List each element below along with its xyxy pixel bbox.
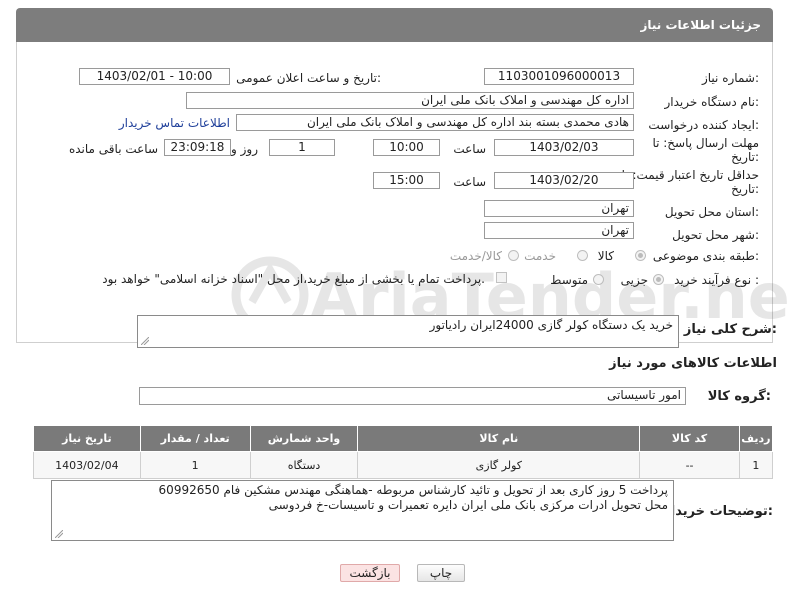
category-label: طبقه بندی موضوعی: (652, 249, 759, 263)
province-label: استان محل تحویل: (664, 205, 759, 219)
process-radio-minor[interactable] (653, 274, 664, 285)
deadline-time-label: ساعت (453, 142, 486, 156)
city-field: تهران (484, 222, 634, 239)
buyer-org-field: اداره کل مهندسی و املاک بانک ملی ایران (186, 92, 634, 109)
table-header-row: تاریخ نیاز تعداد / مقدار واحد شمارش نام … (33, 425, 774, 452)
validity-label: حداقل تاریخ اعتبار قیمت: تا (621, 168, 759, 182)
category-radio-service[interactable] (577, 250, 588, 261)
city-label: شهر محل تحویل: (672, 228, 759, 242)
category-radio-goods[interactable] (635, 250, 646, 261)
deadline-date-field: 1403/02/03 (494, 139, 634, 156)
validity-time-label: ساعت (453, 175, 486, 189)
announce-label: تاریخ و ساعت اعلان عمومی: (236, 71, 381, 85)
need-number-label: شماره نیاز: (701, 71, 759, 85)
cell-goods-name: کولر گازی (357, 451, 641, 479)
buyer-notes-line-1: پرداخت 5 روز کاری بعد از تحویل و تائید ک… (158, 483, 668, 497)
category-radio-goods-service[interactable] (508, 250, 519, 261)
buyer-contact-link[interactable]: اطلاعات تماس خریدار (119, 116, 230, 130)
category-option-goods-service: کالا/خدمت (449, 249, 502, 263)
deadline-time-field: 10:00 (373, 139, 440, 156)
buyer-org-label: نام دستگاه خریدار: (664, 95, 760, 109)
col-header-need-date: تاریخ نیاز (33, 425, 141, 452)
process-label: نوع فرآیند خرید : (674, 273, 759, 287)
deadline-label: مهلت ارسال پاسخ: تا (652, 136, 759, 150)
resize-grip-icon (141, 337, 149, 345)
col-header-unit: واحد شمارش (249, 425, 359, 452)
back-button[interactable]: بازگشت (340, 564, 400, 582)
treasury-payment-note: پرداخت تمام یا بخشی از مبلغ خرید،از محل … (102, 272, 485, 286)
buyer-notes-field: پرداخت 5 روز کاری بعد از تحویل و تائید ک… (51, 480, 674, 541)
validity-label-date: تاریخ: (731, 182, 759, 196)
days-field: 1 (269, 139, 335, 156)
col-header-row: ردیف (738, 425, 774, 452)
details-panel (16, 42, 773, 343)
buyer-notes-line-2: محل تحویل ادرات مرکزی بانک ملی ایران دای… (268, 498, 668, 512)
cell-goods-code: -- (639, 451, 740, 479)
description-field: خرید یک دستگاه کولر گازی 24000ایران رادی… (137, 315, 679, 348)
category-option-goods: کالا (597, 249, 614, 263)
validity-date-field: 1403/02/20 (494, 172, 634, 189)
announce-field: 1403/02/01 - 10:00 (79, 68, 230, 85)
need-number-field: 1103001096000013 (484, 68, 634, 85)
province-field: تهران (484, 200, 634, 217)
buyer-notes-label: توضیحات خریدار: (663, 504, 773, 519)
cell-quantity: 1 (139, 451, 251, 479)
goods-info-title: اطلاعات کالاهای مورد نیاز (609, 356, 777, 371)
description-label: شرح کلی نیاز: (683, 322, 777, 337)
goods-table: تاریخ نیاز تعداد / مقدار واحد شمارش نام … (33, 425, 774, 479)
remaining-label: ساعت باقی مانده (68, 142, 158, 156)
process-radio-medium[interactable] (593, 274, 604, 285)
process-option-medium: متوسط (550, 273, 588, 287)
creator-field: هادی محمدی بسته بند اداره کل مهندسی و ام… (236, 114, 634, 131)
page-title: جزئیات اطلاعات نیاز (640, 18, 761, 32)
goods-group-field: امور تاسیساتی (139, 387, 686, 405)
goods-group-label: گروه کالا: (707, 389, 771, 404)
col-header-goods-code: کد کالا (639, 425, 740, 452)
print-button[interactable]: چاپ (417, 564, 465, 582)
col-header-quantity: تعداد / مقدار (139, 425, 251, 452)
validity-time-field: 15:00 (373, 172, 440, 189)
deadline-label-date: تاریخ: (731, 150, 759, 164)
process-option-minor: جزیی (620, 273, 648, 287)
cell-row-number: 1 (738, 451, 774, 479)
col-header-goods-name: نام کالا (357, 425, 641, 452)
section-header: جزئیات اطلاعات نیاز (16, 8, 773, 42)
category-option-service: خدمت (524, 249, 556, 263)
days-label: روز و (231, 142, 258, 156)
table-row: 1403/02/04 1 دستگاه کولر گازی -- 1 (33, 451, 774, 479)
cell-unit: دستگاه (249, 451, 359, 479)
creator-label: ایجاد کننده درخواست: (648, 118, 759, 132)
description-text: خرید یک دستگاه کولر گازی 24000ایران رادی… (429, 318, 673, 332)
cell-need-date: 1403/02/04 (33, 451, 141, 479)
remaining-time-field: 23:09:18 (164, 139, 231, 156)
treasury-payment-checkbox[interactable] (496, 272, 507, 283)
resize-grip-icon (55, 530, 63, 538)
